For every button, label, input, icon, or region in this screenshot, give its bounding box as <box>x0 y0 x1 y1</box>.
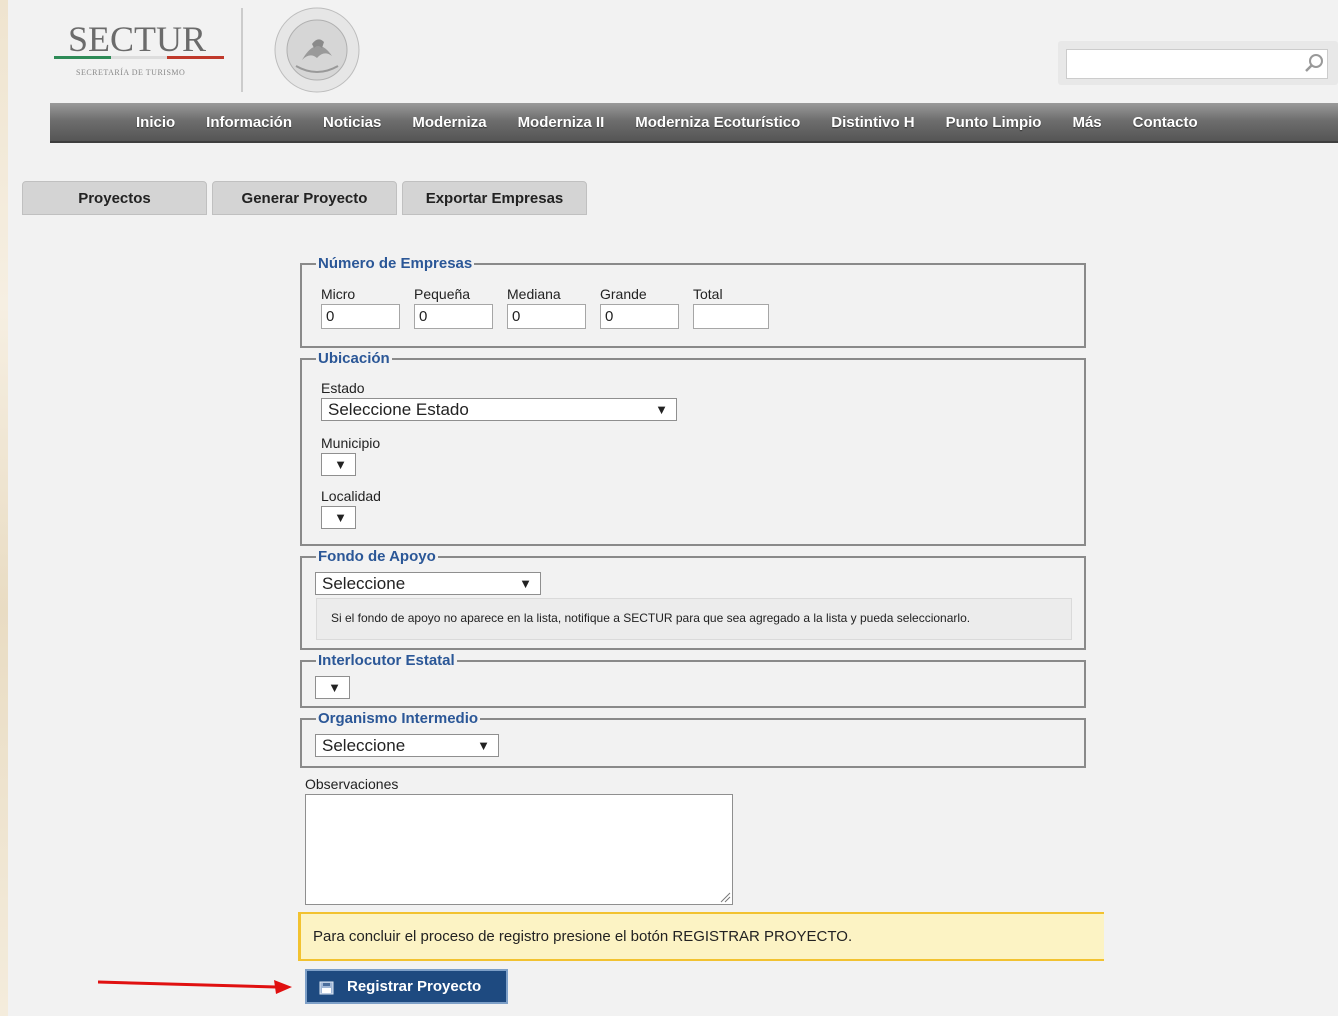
registrar-proyecto-label: Registrar Proyecto <box>347 978 482 995</box>
fondo-apoyo-fieldset: Fondo de Apoyo Seleccione ▼ Si el fondo … <box>300 547 1086 650</box>
logo-text: SECTUR <box>68 19 207 59</box>
tab-proyectos[interactable]: Proyectos <box>22 181 207 215</box>
registrar-proyecto-button[interactable]: Registrar Proyecto <box>305 969 508 1004</box>
ubicacion-legend: Ubicación <box>316 349 392 369</box>
search-input[interactable] <box>1066 49 1328 79</box>
chevron-down-icon: ▼ <box>519 576 532 591</box>
localidad-label: Localidad <box>321 488 381 504</box>
tab-generar-proyecto[interactable]: Generar Proyecto <box>212 181 397 215</box>
organismo-legend: Organismo Intermedio <box>316 709 481 729</box>
grande-label: Grande <box>600 286 647 302</box>
organismo-select[interactable]: Seleccione ▼ <box>315 734 499 757</box>
national-seal-icon <box>274 7 360 93</box>
tab-bar: Proyectos Generar Proyecto Exportar Empr… <box>22 181 592 215</box>
grande-input[interactable]: 0 <box>600 304 679 329</box>
numero-empresas-legend: Número de Empresas <box>316 254 475 274</box>
chevron-down-icon: ▼ <box>655 402 668 417</box>
estado-label: Estado <box>321 380 365 396</box>
municipio-label: Municipio <box>321 435 381 451</box>
observaciones-label: Observaciones <box>305 776 399 792</box>
nav-item-noticias[interactable]: Noticias <box>323 114 381 131</box>
organismo-select-value: Seleccione <box>322 736 406 755</box>
nav-item-mas[interactable]: Más <box>1072 114 1101 131</box>
nav-item-moderniza[interactable]: Moderniza <box>412 114 486 131</box>
logo-tricolor-lines <box>54 56 225 60</box>
estado-select[interactable]: Seleccione Estado ▼ <box>321 398 677 421</box>
municipio-select[interactable]: ▼ <box>321 453 356 476</box>
chevron-down-icon: ▼ <box>334 510 347 525</box>
logo-divider <box>241 8 243 92</box>
search-box <box>1058 41 1338 85</box>
total-input[interactable] <box>693 304 769 329</box>
nav-item-distintivo-h[interactable]: Distintivo H <box>831 114 914 131</box>
chevron-down-icon: ▼ <box>328 680 341 695</box>
numero-empresas-fieldset: Número de Empresas Micro Pequeña Mediana… <box>300 254 1086 348</box>
micro-input[interactable]: 0 <box>321 304 400 329</box>
logo-subtitle: SECRETARÍA DE TURISMO <box>76 68 186 77</box>
micro-label: Micro <box>321 286 356 302</box>
nav-item-informacion[interactable]: Información <box>206 114 292 131</box>
localidad-select[interactable]: ▼ <box>321 506 356 529</box>
sectur-logo[interactable]: SECTUR SECRETARÍA DE TURISMO <box>54 14 230 84</box>
chevron-down-icon: ▼ <box>334 457 347 472</box>
fondo-apoyo-legend: Fondo de Apoyo <box>316 547 438 567</box>
save-icon <box>319 981 334 994</box>
estado-select-value: Seleccione Estado <box>328 400 469 419</box>
fondo-apoyo-select[interactable]: Seleccione ▼ <box>315 572 541 595</box>
red-arrow-icon <box>98 980 292 994</box>
fondo-apoyo-note: Si el fondo de apoyo no aparece en la li… <box>316 598 1072 640</box>
tab-exportar-empresas[interactable]: Exportar Empresas <box>402 181 587 215</box>
ubicacion-fieldset: Ubicación Estado Seleccione Estado ▼ Mun… <box>300 349 1086 546</box>
organismo-fieldset: Organismo Intermedio Seleccione ▼ <box>300 709 1086 768</box>
interlocutor-legend: Interlocutor Estatal <box>316 651 457 671</box>
pequena-label: Pequeña <box>414 286 471 302</box>
interlocutor-select[interactable]: ▼ <box>315 676 350 699</box>
nav-item-punto-limpio[interactable]: Punto Limpio <box>946 114 1042 131</box>
mediana-input[interactable]: 0 <box>507 304 586 329</box>
interlocutor-fieldset: Interlocutor Estatal ▼ <box>300 651 1086 708</box>
site-header: SECTUR SECRETARÍA DE TURISMO <box>0 0 1338 104</box>
chevron-down-icon: ▼ <box>477 738 490 753</box>
mediana-label: Mediana <box>507 286 561 302</box>
total-label: Total <box>693 286 723 302</box>
pequena-input[interactable]: 0 <box>414 304 493 329</box>
nav-item-moderniza-ecoturistico[interactable]: Moderniza Ecoturístico <box>635 114 800 131</box>
main-nav: Inicio Información Noticias Moderniza Mo… <box>50 103 1338 143</box>
resize-grip-icon[interactable] <box>719 891 731 903</box>
search-icon[interactable] <box>1304 53 1324 73</box>
left-decoration <box>0 0 8 1016</box>
nav-item-moderniza-ii[interactable]: Moderniza II <box>518 114 605 131</box>
nav-item-contacto[interactable]: Contacto <box>1133 114 1198 131</box>
fondo-apoyo-select-value: Seleccione <box>322 574 406 593</box>
info-message: Para concluir el proceso de registro pre… <box>298 912 1104 961</box>
nav-item-inicio[interactable]: Inicio <box>136 114 175 131</box>
observaciones-textarea[interactable] <box>305 794 733 905</box>
